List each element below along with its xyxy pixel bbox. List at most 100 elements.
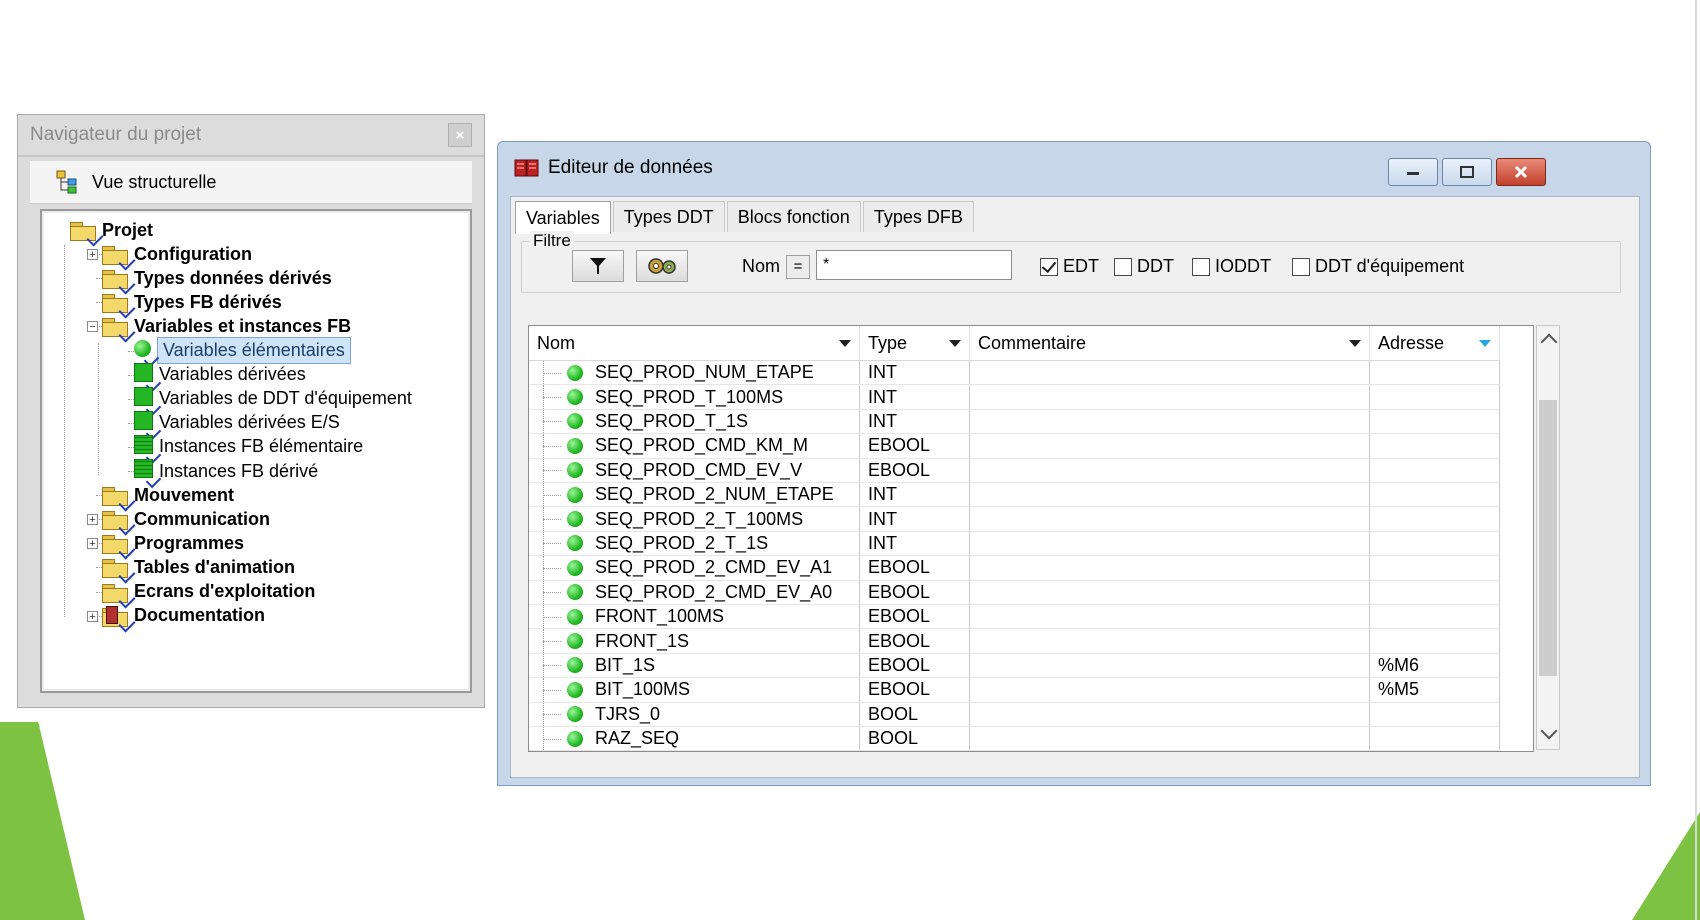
tree-item-instances-fb-elementaire[interactable]: Instances FB élémentaire [134,434,363,465]
cell-comment[interactable] [970,580,1370,604]
cell-name[interactable]: FRONT_100MS [529,605,860,629]
table-row[interactable]: SEQ_PROD_T_100MS INT [529,385,1500,410]
tree-item-ecrans-d-exploitation[interactable]: Ecrans d'exploitation [102,579,315,608]
cell-type[interactable]: INT [860,385,970,409]
filter-checkbox-ioddt[interactable]: IODDT [1192,256,1271,277]
column-header-type[interactable]: Type [860,326,970,360]
cell-name[interactable]: SEQ_PROD_2_CMD_EV_A0 [529,580,860,604]
name-filter-input[interactable] [816,250,1012,280]
cell-name[interactable]: RAZ_SEQ [529,727,860,751]
table-vertical-scrollbar[interactable] [1536,325,1560,750]
cell-address[interactable] [1370,434,1500,458]
cell-comment[interactable] [970,409,1370,434]
tree-item-types-fb-derives[interactable]: Types FB dérivés [102,289,282,319]
tree-expander-documentation[interactable]: + [87,610,98,622]
checkbox-box[interactable] [1114,257,1132,276]
minimize-button[interactable] [1388,158,1438,186]
cell-type[interactable]: BOOL [860,702,970,726]
cell-address[interactable]: %M6 [1370,653,1500,678]
table-row[interactable]: RAZ_SEQ BOOL [529,727,1500,751]
cell-address[interactable] [1370,629,1500,653]
cell-type[interactable]: EBOOL [860,458,970,482]
table-row[interactable]: SEQ_PROD_2_CMD_EV_A0 EBOOL [529,580,1500,605]
table-row[interactable]: BIT_100MS EBOOL %M5 [529,678,1500,703]
table-row[interactable]: FRONT_100MS EBOOL [529,605,1500,630]
filter-settings-button[interactable] [636,250,688,282]
cell-comment[interactable] [970,458,1370,482]
cell-comment[interactable] [970,605,1370,629]
table-row[interactable]: SEQ_PROD_2_CMD_EV_A1 EBOOL [529,556,1500,581]
cell-type[interactable]: INT [860,483,970,507]
table-row[interactable]: SEQ_PROD_T_1S INT [529,409,1500,435]
cell-name[interactable]: TJRS_0 [529,702,860,726]
tree-expander-configuration[interactable]: + [87,249,98,261]
cell-comment[interactable] [970,678,1370,702]
cell-type[interactable]: EBOOL [860,653,970,678]
cell-type[interactable]: EBOOL [860,556,970,580]
cell-type[interactable]: EBOOL [860,678,970,702]
column-header-commentaire[interactable]: Commentaire [970,326,1370,360]
cell-type[interactable]: INT [860,409,970,434]
tree-item-variables-de-ddt-d-equipement[interactable]: Variables de DDT d'équipement [134,386,412,416]
cell-address[interactable] [1370,458,1500,482]
tree-expander-variables-et-instances-fb[interactable]: − [87,321,98,333]
column-dropdown-icon[interactable] [949,339,961,347]
tree-item-tables-d-animation[interactable]: Tables d'animation [102,554,295,584]
cell-type[interactable]: INT [860,361,970,385]
cell-address[interactable] [1370,580,1500,604]
cell-comment[interactable] [970,653,1370,678]
cell-name[interactable]: BIT_100MS [529,678,860,702]
checkbox-box[interactable] [1292,257,1310,276]
column-dropdown-icon[interactable] [1349,339,1361,347]
table-row[interactable]: SEQ_PROD_2_NUM_ETAPE INT [529,483,1500,508]
tree-item-types-donnees-derives[interactable]: Types données dérivés [102,265,332,295]
cell-name[interactable]: SEQ_PROD_2_CMD_EV_A1 [529,556,860,580]
cell-name[interactable]: SEQ_PROD_2_NUM_ETAPE [529,483,860,507]
cell-address[interactable] [1370,531,1500,556]
cell-address[interactable] [1370,727,1500,751]
tree-item-variables-derivees-e-s[interactable]: Variables dérivées E/S [134,410,340,441]
tab-blocs-fonction[interactable]: Blocs fonction [726,201,861,232]
cell-address[interactable] [1370,361,1500,385]
close-button[interactable] [1496,158,1546,186]
tree-expander-communication[interactable]: + [87,514,98,526]
cell-comment[interactable] [970,629,1370,653]
cell-type[interactable]: EBOOL [860,580,970,604]
column-dropdown-icon[interactable] [839,339,851,347]
cell-name[interactable]: BIT_1S [529,653,860,678]
scroll-thumb[interactable] [1539,400,1557,676]
apply-filter-button[interactable] [572,250,624,282]
table-row[interactable]: SEQ_PROD_CMD_EV_V EBOOL [529,458,1500,483]
tree-item-instances-fb-derive[interactable]: Instances FB dérivé [134,458,318,489]
cell-comment[interactable] [970,361,1370,385]
sort-indicator-icon[interactable] [1479,339,1491,347]
tab-types-dfb[interactable]: Types DFB [862,201,974,232]
structural-view-header[interactable]: Vue structurelle [30,161,472,204]
table-row[interactable]: BIT_1S EBOOL %M6 [529,653,1500,679]
tree-item-configuration[interactable]: Configuration [102,241,252,271]
scroll-up-icon[interactable] [1540,333,1558,351]
tree-item-variables-et-instances-fb[interactable]: Variables et instances FB [102,313,351,343]
maximize-button[interactable] [1442,158,1492,186]
cell-comment[interactable] [970,702,1370,726]
table-row[interactable]: SEQ_PROD_2_T_100MS INT [529,507,1500,532]
table-row[interactable]: SEQ_PROD_2_T_1S INT [529,531,1500,557]
cell-name[interactable]: FRONT_1S [529,629,860,653]
cell-address[interactable] [1370,507,1500,531]
cell-type[interactable]: EBOOL [860,629,970,653]
tree-expander-programmes[interactable]: + [87,538,98,550]
tree-item-mouvement[interactable]: Mouvement [102,482,234,512]
cell-comment[interactable] [970,556,1370,580]
cell-name[interactable]: SEQ_PROD_T_1S [529,409,860,434]
cell-name[interactable]: SEQ_PROD_CMD_KM_M [529,434,860,458]
tree-item-projet[interactable]: Projet [70,217,153,247]
table-row[interactable]: TJRS_0 BOOL [529,702,1500,727]
column-header-nom[interactable]: Nom [529,326,860,360]
cell-name[interactable]: SEQ_PROD_T_100MS [529,385,860,409]
cell-address[interactable] [1370,409,1500,434]
tree-item-variables-derivees[interactable]: Variables dérivées [134,362,306,392]
checkbox-box[interactable] [1192,257,1210,276]
cell-address[interactable] [1370,605,1500,629]
checkbox-box[interactable] [1040,257,1058,276]
table-row[interactable]: FRONT_1S EBOOL [529,629,1500,654]
